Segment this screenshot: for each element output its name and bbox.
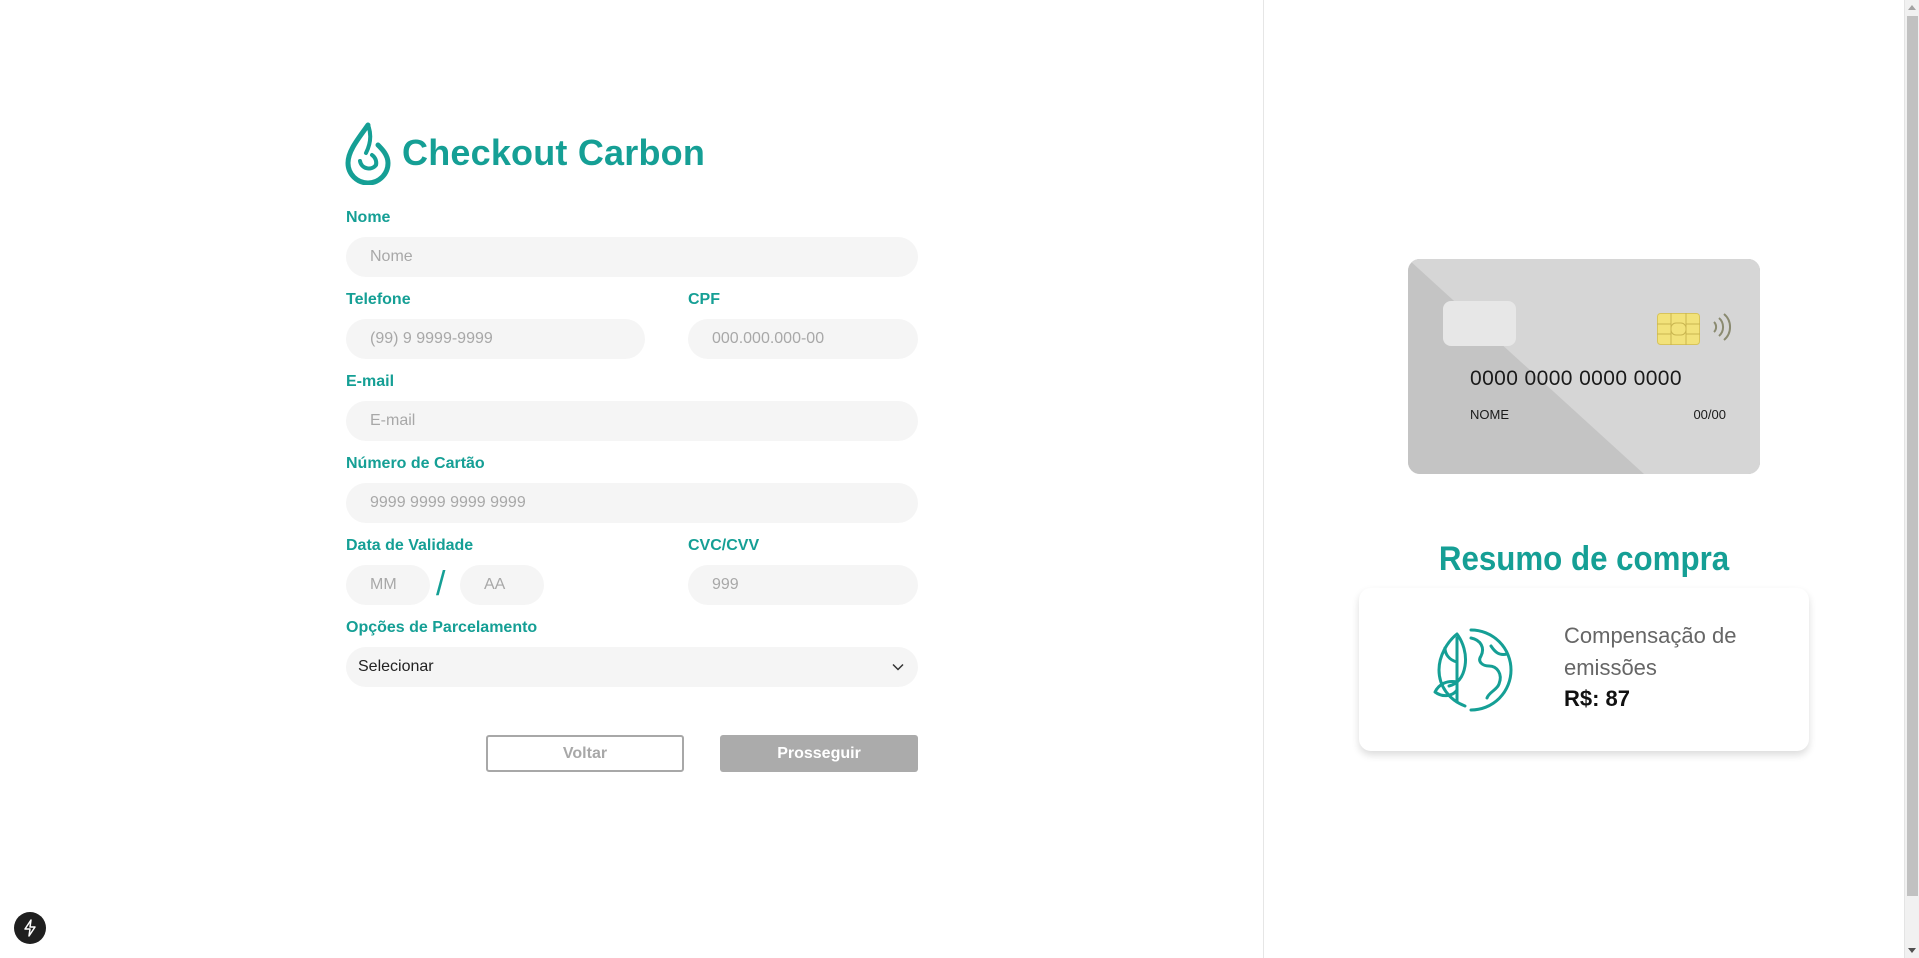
- expiry-month-input[interactable]: [346, 565, 430, 605]
- lightning-button[interactable]: [14, 912, 46, 944]
- telefone-input[interactable]: [346, 319, 645, 359]
- next-button[interactable]: Prosseguir: [720, 735, 918, 772]
- cpf-input[interactable]: [688, 319, 918, 359]
- card-expiry-display: 00/00: [1693, 407, 1726, 422]
- summary-title: Resumo de compra: [1438, 540, 1730, 578]
- summary-item: Compensação de emissões: [1564, 623, 1737, 680]
- checkout-page: Checkout Carbon Nome Telefone CPF E-mail…: [0, 0, 1919, 958]
- cpf-label: CPF: [688, 291, 720, 308]
- back-button[interactable]: Voltar: [486, 735, 684, 772]
- expiry-separator: /: [436, 565, 446, 603]
- parcelamento-label: Opções de Parcelamento: [346, 619, 538, 636]
- credit-card-preview: 0000 0000 0000 0000 NOME 00/00: [1408, 259, 1760, 474]
- summary-box: Compensação de emissões R$: 87: [1359, 588, 1809, 751]
- page-scrollbar[interactable]: [1904, 0, 1919, 958]
- email-input[interactable]: [346, 401, 918, 441]
- checkout-form-panel: Checkout Carbon Nome Telefone CPF E-mail…: [0, 0, 1264, 958]
- installments-selected: Selecionar: [358, 658, 434, 675]
- card-number-display: 0000 0000 0000 0000: [1470, 367, 1682, 390]
- cvc-input[interactable]: [688, 565, 918, 605]
- card-emboss: [1443, 301, 1516, 346]
- brand-header: Checkout Carbon: [344, 121, 705, 185]
- chip-icon: [1657, 313, 1700, 345]
- scroll-down-icon[interactable]: [1908, 948, 1916, 953]
- card-name-display: NOME: [1470, 407, 1509, 422]
- scroll-up-icon[interactable]: [1908, 5, 1916, 10]
- page-title: Checkout Carbon: [402, 132, 706, 173]
- summary-price: R$: 87: [1564, 686, 1631, 711]
- email-label: E-mail: [346, 373, 395, 390]
- nome-label: Nome: [346, 209, 391, 226]
- contactless-icon: [1713, 313, 1731, 341]
- cartao-label: Número de Cartão: [346, 455, 485, 472]
- drop-logo-icon: [345, 122, 391, 185]
- card-number-input[interactable]: [346, 483, 918, 523]
- leaf-globe-icon: [1433, 628, 1513, 712]
- expiry-year-input[interactable]: [460, 565, 544, 605]
- cvc-label: CVC/CVV: [688, 537, 760, 554]
- telefone-label: Telefone: [346, 291, 411, 308]
- installments-select[interactable]: Selecionar: [346, 647, 918, 687]
- lightning-icon: [24, 919, 36, 937]
- nome-input[interactable]: [346, 237, 918, 277]
- validade-label: Data de Validade: [346, 537, 474, 554]
- chevron-down-icon: [892, 663, 904, 671]
- scroll-thumb[interactable]: [1907, 16, 1918, 896]
